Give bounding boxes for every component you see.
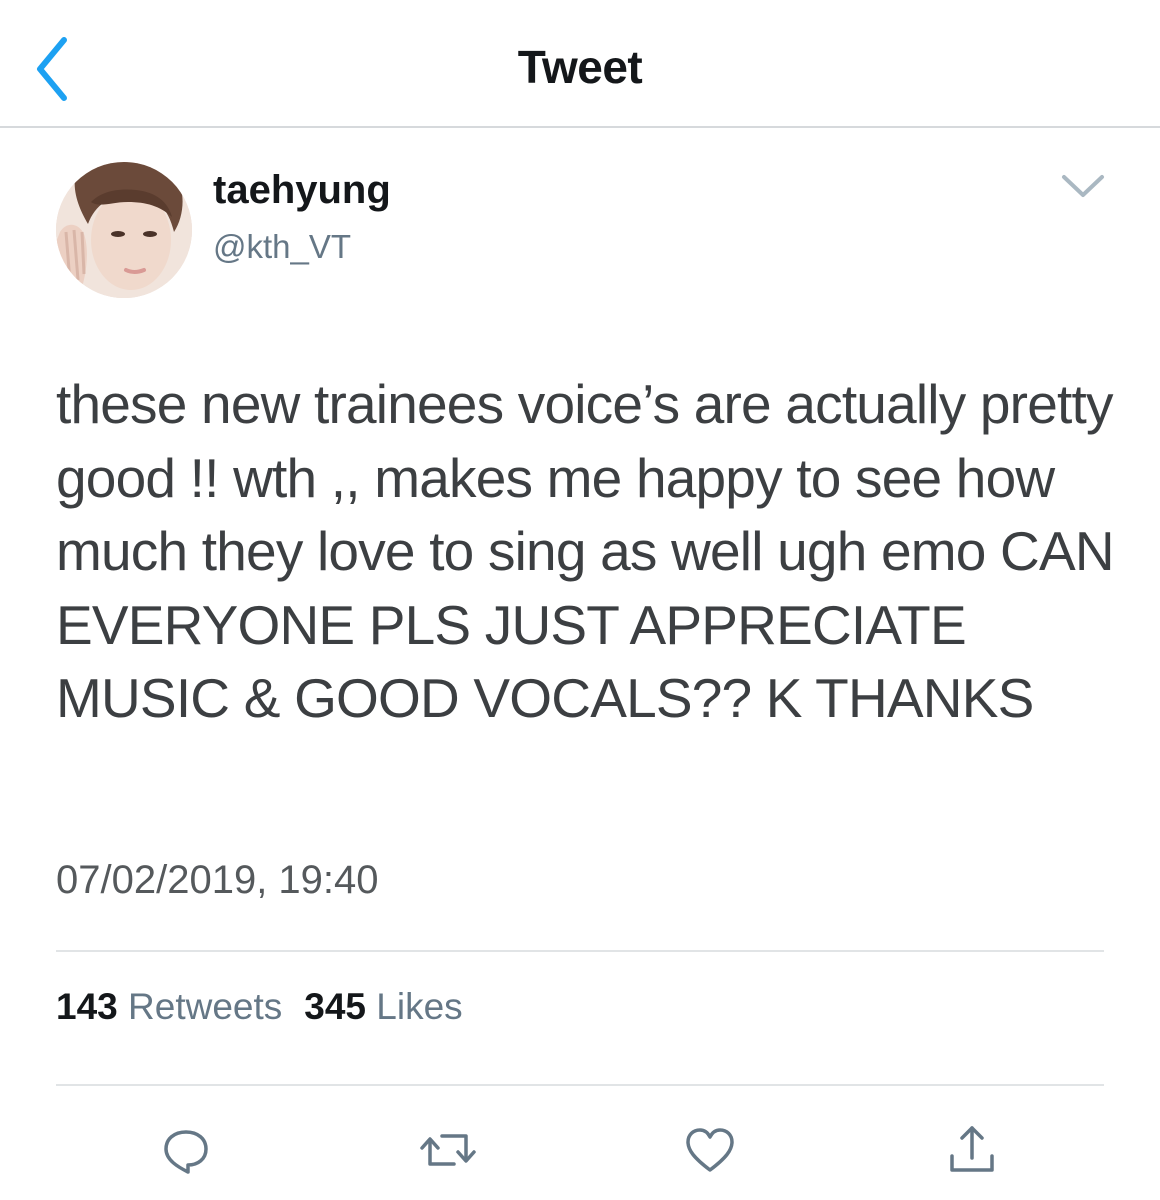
like-icon bbox=[686, 1128, 734, 1172]
top-navigation-bar: Tweet bbox=[0, 0, 1160, 128]
like-button[interactable] bbox=[680, 1120, 740, 1180]
tweet-timestamp: 07/02/2019, 19:40 bbox=[56, 858, 379, 902]
engagement-stats: 143 Retweets 345 Likes bbox=[56, 986, 463, 1028]
chevron-down-icon bbox=[1062, 175, 1104, 197]
likes-stat[interactable]: 345 Likes bbox=[304, 986, 462, 1027]
retweets-count: 143 bbox=[56, 986, 118, 1027]
reply-icon bbox=[164, 1130, 208, 1174]
retweets-stat[interactable]: 143 Retweets bbox=[56, 986, 282, 1027]
tweet-text: these new trainees voice’s are actually … bbox=[56, 373, 1115, 729]
likes-label: Likes bbox=[376, 986, 463, 1027]
reply-button[interactable] bbox=[156, 1120, 216, 1180]
tweet-menu-button[interactable] bbox=[1058, 168, 1108, 204]
likes-count: 345 bbox=[304, 986, 366, 1027]
page-title: Tweet bbox=[517, 41, 643, 93]
avatar-photo bbox=[56, 162, 192, 298]
share-button[interactable] bbox=[942, 1120, 1002, 1180]
retweet-button[interactable] bbox=[418, 1120, 478, 1180]
share-icon bbox=[950, 1126, 994, 1172]
divider bbox=[56, 950, 1104, 952]
author-display-name[interactable]: taehyung bbox=[213, 168, 391, 213]
retweets-label: Retweets bbox=[128, 986, 283, 1027]
retweet-icon bbox=[420, 1134, 476, 1166]
divider bbox=[56, 1084, 1104, 1086]
author-handle[interactable]: @kth_VT bbox=[213, 228, 351, 266]
avatar[interactable] bbox=[56, 162, 192, 298]
